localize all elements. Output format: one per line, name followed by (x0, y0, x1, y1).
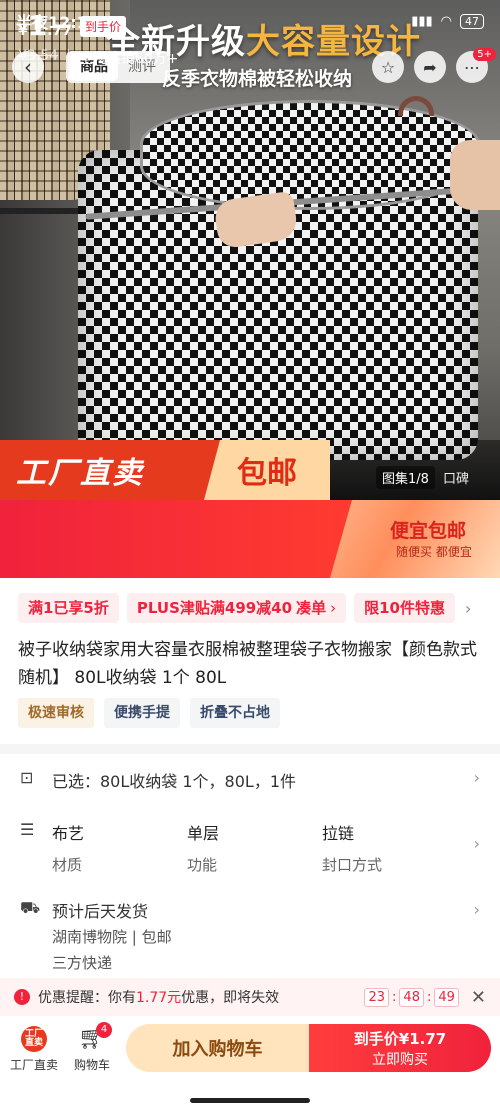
chevron-right-icon: › (473, 768, 480, 787)
signal-icon: ▮▮▮ (411, 13, 433, 29)
factory-store-label: 工厂直卖 (10, 1058, 59, 1072)
reminder-suffix: 优惠，即将失效 (181, 990, 280, 1006)
shipping-row[interactable]: ⛟ 预计后天发货 湖南博物院 | 包邮 三方快递 › (0, 890, 500, 974)
shipping-origin: 湖南博物院 | 包邮 (52, 928, 172, 946)
spec-key: 材质 (52, 856, 83, 874)
spec-value: 布艺 (52, 824, 85, 843)
price-integer: 1 (27, 9, 48, 42)
timer-seconds: 49 (434, 987, 459, 1007)
spec-material: 布艺 材质 (52, 820, 84, 875)
cart-icon: 🛒︎ 4 (78, 1022, 112, 1052)
price-meta: ¥3.54 | 全网热销60万+ (18, 48, 178, 68)
star-icon: ☆ (380, 57, 396, 77)
coupon-plus-label: PLUS津贴满499减40 (136, 599, 293, 617)
selected-option-text: 已选：80L收纳袋 1个，80L，1件 (52, 772, 296, 791)
close-icon[interactable]: ✕ (471, 987, 486, 1008)
chevron-right-icon: › (330, 599, 337, 617)
product-page: 全新升级大容量设计 反季衣物棉被轻松收纳 半夜12:11 ▮▮▮ ◠ 47 ‹ … (0, 0, 500, 1111)
spec-function: 单层 功能 (187, 820, 219, 875)
reputation-tab[interactable]: 口碑 (439, 466, 473, 489)
timer-hours: 23 (364, 987, 390, 1007)
price-row: ¥ 1 .77 到手价 (18, 9, 127, 42)
reminder-amount: 1.77元 (136, 990, 182, 1006)
promo-subtitle: 随便买 都便宜 (396, 545, 472, 559)
factory-store-button[interactable]: 工厂直卖 工厂直卖 (10, 1026, 58, 1073)
nav-actions: ☆ ➦ ⋯ (372, 51, 488, 83)
spec-key: 封口方式 (322, 856, 383, 874)
cart-button[interactable]: 🛒︎ 4 购物车 (74, 1022, 112, 1073)
spec-list-icon: ☰ (20, 820, 35, 839)
coupon-discount[interactable]: 满1已享5折 (18, 593, 119, 623)
timer-minutes: 48 (399, 987, 424, 1007)
coupon-plus[interactable]: PLUS津贴满499减40 凑单 › (126, 593, 347, 623)
reminder-prefix: 优惠提醒：你有 (38, 990, 136, 1006)
price-decimal: .77 (47, 23, 73, 39)
specs-row[interactable]: ☰ 布艺 材质 单层 功能 拉链 封口方式 › (0, 812, 500, 880)
chevron-right-icon: › (473, 834, 480, 853)
chevron-right-icon: › (473, 900, 480, 919)
final-price-tag: 到手价 (80, 15, 127, 37)
cart-label: 购物车 (74, 1058, 111, 1072)
product-title: 被子收纳袋家用大容量衣服棉被整理袋子衣物搬家【颜色款式随机】 80L收纳袋 1个… (18, 640, 477, 688)
share-icon: ➦ (423, 57, 437, 77)
delivery-truck-icon: ⛟ (20, 898, 41, 917)
gallery-counter[interactable]: 图集1/8 (376, 466, 435, 489)
hand-right (450, 140, 500, 210)
favorite-button[interactable]: ☆ (372, 51, 404, 83)
coupon-strip: 满1已享5折 PLUS津贴满499减40 凑单 › 限10件特惠 › (0, 588, 500, 628)
coupon-discount-label: 满1已享5折 (28, 599, 109, 617)
chevron-right-icon[interactable]: › (465, 599, 471, 618)
spec-closure: 拉链 封口方式 (322, 820, 382, 875)
coupon-limited[interactable]: 限10件特惠 (354, 593, 455, 623)
price-currency: ¥ (18, 23, 28, 39)
coupon-reminder: ! 优惠提醒：你有 1.77元 优惠，即将失效 23: 48: 49 ✕ (0, 978, 500, 1016)
status-icons: ▮▮▮ ◠ 47 (411, 13, 484, 29)
home-indicator[interactable] (190, 1098, 310, 1103)
message-badge: 5+ (473, 48, 496, 61)
coupon-limited-label: 限10件特惠 (364, 599, 445, 617)
sales-count[interactable]: 全网热销60万+ (79, 48, 179, 68)
buy-now-price: 到手价¥1.77 (353, 1029, 447, 1048)
factory-direct-text: 工厂直卖 (16, 456, 144, 491)
alert-icon: ! (14, 989, 30, 1005)
cart-count-badge: 4 (96, 1022, 112, 1038)
buy-now-label: 立即购买 (372, 1051, 428, 1068)
spec-key: 功能 (187, 856, 218, 874)
section-divider (0, 744, 500, 754)
service-tag: 极速审核 (18, 698, 94, 728)
original-price: ¥3.54 (18, 48, 59, 64)
selected-option-row[interactable]: ⊡ 已选：80L收纳袋 1个，80L，1件 › (0, 756, 500, 802)
share-button[interactable]: ➦ (414, 51, 446, 83)
price-separator: | (66, 48, 71, 64)
buy-now-button[interactable]: 到手价¥1.77 立即购买 (309, 1024, 491, 1072)
free-shipping-badge: 包邮 (204, 440, 330, 500)
service-tags: 极速审核 便携手提 折叠不占地 (18, 698, 280, 728)
add-to-cart-button[interactable]: 加入购物车 (126, 1024, 309, 1072)
factory-store-icon: 工厂直卖 (21, 1026, 47, 1052)
spec-value: 单层 (187, 824, 220, 843)
storage-bag-handle (398, 96, 434, 116)
countdown-timer: 23: 48: 49 (364, 987, 459, 1007)
promo-title: 便宜包邮 (390, 520, 467, 542)
bottom-action-bar: 工厂直卖 工厂直卖 🛒︎ 4 购物车 加入购物车 到手价¥1.77 立即购买 (0, 1016, 500, 1111)
shipping-courier: 三方快递 (52, 954, 113, 972)
shipping-eta: 预计后天发货 (52, 902, 149, 921)
service-tag: 便携手提 (104, 698, 180, 728)
battery-icon: 47 (460, 13, 484, 29)
spec-value: 拉链 (322, 824, 355, 843)
coupon-plus-action: 凑单 (296, 599, 327, 617)
service-tag: 折叠不占地 (190, 698, 280, 728)
selection-icon: ⊡ (20, 768, 34, 787)
gallery-indicator: 图集1/8 口碑 (376, 466, 473, 489)
wifi-icon: ◠ (440, 13, 452, 29)
